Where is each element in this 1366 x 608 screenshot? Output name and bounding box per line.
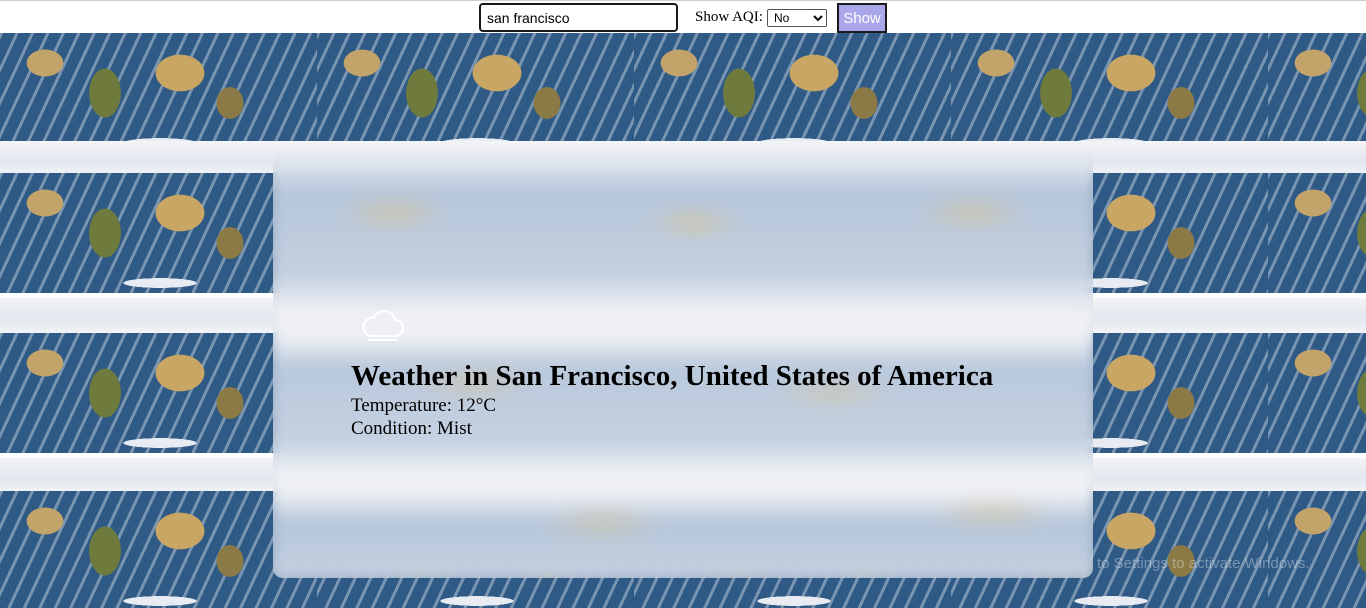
aqi-select[interactable]: No — [767, 9, 827, 27]
weather-title: Weather in San Francisco, United States … — [351, 360, 994, 392]
show-button[interactable]: Show — [837, 3, 887, 33]
cloud-icon — [362, 310, 405, 341]
condition-text: Condition: Mist — [351, 418, 472, 439]
search-bar: Show AQI: No Show — [0, 0, 1366, 33]
map-band — [0, 33, 1366, 153]
activate-windows-watermark: to Settings to activate Windows. — [1097, 555, 1310, 572]
city-search-input[interactable] — [479, 3, 678, 32]
weather-card: Weather in San Francisco, United States … — [273, 153, 1093, 578]
aqi-label: Show AQI: — [695, 9, 763, 25]
temperature-text: Temperature: 12°C — [351, 395, 497, 416]
